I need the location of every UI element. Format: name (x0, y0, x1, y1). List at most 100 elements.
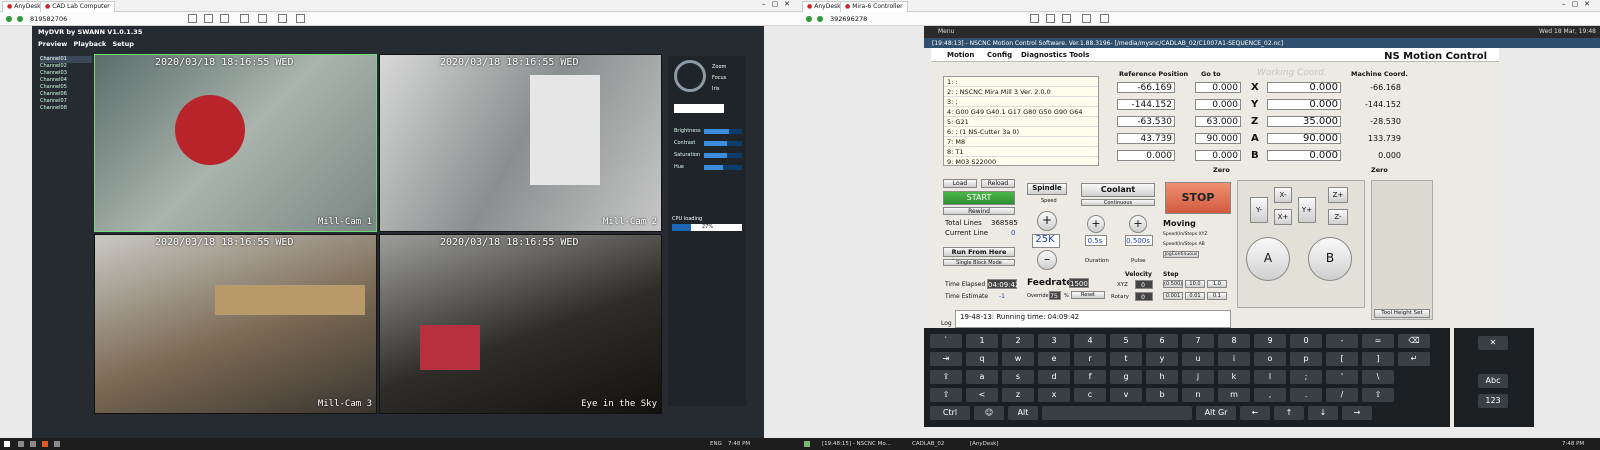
keyboard-key[interactable]: q (966, 352, 998, 366)
clock[interactable]: 7:48 PM (1562, 441, 1584, 447)
channel-item[interactable]: Channel05 (40, 84, 92, 91)
tool-height-button[interactable]: Tool Height Set (1374, 309, 1430, 318)
keyboard-key[interactable]: ; (1290, 370, 1322, 384)
keyboard-key[interactable]: \ (1362, 370, 1394, 384)
step-button[interactable]: 0.1 (1207, 292, 1227, 300)
jog-x-minus[interactable]: X- (1274, 187, 1292, 203)
channel-item[interactable]: Channel03 (40, 70, 92, 77)
keyboard-key[interactable]: 1 (966, 334, 998, 348)
taskbar-icon[interactable] (42, 441, 48, 447)
jog-x-plus[interactable]: X+ (1274, 209, 1292, 225)
keyboard-key[interactable]: [ (1326, 352, 1358, 366)
gcode-line[interactable]: 3: ; (944, 97, 1098, 107)
keyboard-key[interactable]: f (1074, 370, 1106, 384)
camera-view[interactable]: 2020/03/18 18:16:55 WED Mill-Cam 3 (94, 234, 377, 414)
taskbar-icon[interactable] (54, 441, 60, 447)
keyboard-key[interactable]: n (1182, 388, 1214, 402)
zero-label-mc[interactable]: Zero (1371, 166, 1388, 174)
reload-button[interactable]: Reload (981, 179, 1015, 188)
taskbar-item[interactable]: CADLAB_02 (912, 441, 944, 447)
keyboard-key[interactable]: ⇧ (1362, 388, 1394, 402)
keyboard-key[interactable]: ↓ (1308, 406, 1338, 420)
keyboard-key[interactable]: j (1182, 370, 1214, 384)
start-icon[interactable] (4, 441, 10, 447)
keyboard-key[interactable]: 4 (1074, 334, 1106, 348)
keyboard-key[interactable]: ⇧ (930, 388, 962, 402)
kb-close-key[interactable]: ✕ (1478, 336, 1508, 350)
step-button[interactable]: 0.01 (1185, 292, 1205, 300)
toolbar-icon[interactable] (1082, 14, 1091, 23)
channel-item[interactable]: Channel06 (40, 91, 92, 98)
keyboard-key[interactable]: d (1038, 370, 1070, 384)
linux-menu[interactable]: Menu (938, 28, 954, 35)
keyboard-key[interactable]: s (1002, 370, 1034, 384)
keyboard-key[interactable]: i (1218, 352, 1250, 366)
jog-z-minus[interactable]: Z- (1328, 209, 1348, 225)
window-controls[interactable]: –▢✕ (762, 0, 796, 8)
channel-item[interactable]: Channel02 (40, 63, 92, 70)
taskbar-icon[interactable] (30, 441, 36, 447)
keyboard-key[interactable]: ☺ (974, 406, 1004, 420)
ptz-iris[interactable]: Iris (712, 84, 726, 95)
keyboard-key[interactable]: ] (1362, 352, 1394, 366)
duration-up-icon[interactable]: + (1087, 215, 1105, 233)
window-controls[interactable]: –▢✕ (1562, 0, 1596, 8)
override-value[interactable]: 75 (1049, 291, 1061, 300)
gcode-line[interactable]: 4: G00 G49 G40.1 G17 G80 G50 G90 G64 (944, 107, 1098, 117)
toolbar-icon[interactable] (188, 14, 197, 23)
toolbar-icon[interactable] (240, 14, 249, 23)
keyboard-key[interactable]: l (1254, 370, 1286, 384)
keyboard-key[interactable]: → (1342, 406, 1372, 420)
taskbar-item[interactable]: [19:48:15] - NSCNC Mo... (822, 441, 891, 447)
jog-y-plus[interactable]: Y+ (1298, 197, 1316, 223)
keyboard-key[interactable]: ⌫ (1398, 334, 1430, 348)
stop-button[interactable]: STOP (1165, 182, 1231, 214)
menu-motion[interactable]: Motion (947, 51, 974, 59)
slider-brightness[interactable]: Brightness (674, 128, 744, 136)
goto-b[interactable]: 0.000 (1195, 150, 1241, 161)
load-button[interactable]: Load (943, 179, 977, 188)
keyboard-key[interactable]: v (1110, 388, 1142, 402)
step-button[interactable]: 10.0 (1185, 280, 1205, 288)
keyboard-key[interactable]: = (1362, 334, 1394, 348)
rewind-button[interactable]: Rewind (943, 207, 1015, 215)
keyboard-key[interactable]: ⇥ (930, 352, 962, 366)
keyboard-key[interactable]: Ctrl (930, 406, 970, 420)
gcode-line[interactable]: 1: : (944, 77, 1098, 87)
keyboard-key[interactable]: c (1074, 388, 1106, 402)
continuous-button[interactable]: Continuous (1081, 199, 1155, 206)
keyboard-key[interactable]: m (1218, 388, 1250, 402)
kb-123-key[interactable]: 123 (1478, 394, 1508, 408)
jog-y-minus[interactable]: Y- (1250, 197, 1268, 223)
goto-x[interactable]: 0.000 (1195, 82, 1241, 93)
slider-hue[interactable]: Hue (674, 164, 744, 172)
camera-view[interactable]: 2020/03/18 18:16:55 WED Mill-Cam 2 (379, 54, 662, 232)
gcode-line[interactable]: 9: M03 S22000 (944, 157, 1098, 165)
keyboard-key[interactable]: b (1146, 388, 1178, 402)
menu-config[interactable]: Config (987, 51, 1012, 59)
tab-mira[interactable]: ● Mira-6 Controller (840, 1, 908, 12)
lang-indicator[interactable]: ENG (710, 441, 722, 447)
menu-diagnostics[interactable]: Diagnostics Tools (1021, 51, 1089, 59)
keyboard-key[interactable]: h (1146, 370, 1178, 384)
gcode-list[interactable]: 1: : 2: ; NSCNC Mira Mill 3 Ver. 2.0.0 3… (943, 76, 1099, 166)
speed-down-icon[interactable]: – (1037, 250, 1057, 270)
camera-view[interactable]: 2020/03/18 18:16:55 WED Mill-Cam 1 (94, 54, 377, 232)
jog-continuous-button[interactable]: JogContinuous (1163, 251, 1199, 258)
gcode-line[interactable]: 7: M8 (944, 137, 1098, 147)
keyboard-key[interactable]: o (1254, 352, 1286, 366)
menu-setup[interactable]: Setup (112, 40, 133, 48)
toolbar-icon[interactable] (1046, 14, 1055, 23)
keyboard-key[interactable]: u (1182, 352, 1214, 366)
jog-z-plus[interactable]: Z+ (1328, 187, 1348, 203)
keyboard-key[interactable]: e (1038, 352, 1070, 366)
keyboard-key[interactable]: 8 (1218, 334, 1250, 348)
keyboard-key[interactable]: y (1146, 352, 1178, 366)
step-button[interactable]: 1.0 (1207, 280, 1227, 288)
keyboard-key[interactable]: , (1254, 388, 1286, 402)
gcode-line[interactable]: 6: ; (1 NS-Cutter 3a 0) (944, 127, 1098, 137)
channel-item[interactable]: Channel08 (40, 105, 92, 112)
channel-item[interactable]: Channel07 (40, 98, 92, 105)
menu-preview[interactable]: Preview (38, 40, 67, 48)
taskbar-icon[interactable] (18, 441, 24, 447)
